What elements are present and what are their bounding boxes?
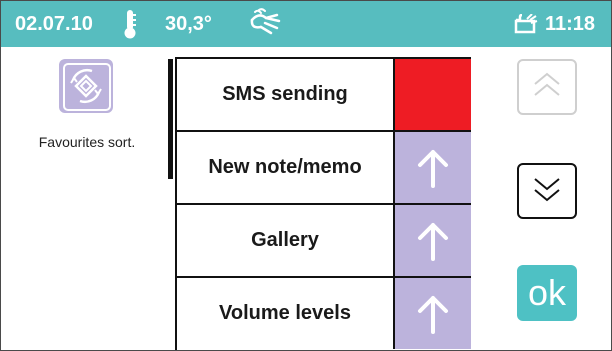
move-up-icon[interactable] bbox=[393, 205, 471, 276]
list-item-label: New note/memo bbox=[208, 156, 362, 178]
scroll-down-button[interactable] bbox=[517, 163, 577, 219]
double-chevron-up-icon bbox=[532, 72, 562, 103]
list-item-label: SMS sending bbox=[222, 83, 348, 105]
favourites-list: SMS sending New note/memo Gallery Volume… bbox=[175, 57, 471, 350]
status-temperature: 30,3° bbox=[165, 13, 212, 35]
move-up-icon[interactable] bbox=[393, 132, 471, 203]
list-item[interactable]: Gallery bbox=[177, 205, 471, 278]
list-item[interactable]: New note/memo bbox=[177, 132, 471, 205]
status-date: 02.07.10 bbox=[15, 13, 93, 35]
scroll-up-button[interactable] bbox=[517, 59, 577, 115]
list-scrollbar[interactable] bbox=[168, 59, 173, 179]
list-item[interactable]: SMS sending bbox=[177, 59, 471, 132]
favourites-sort-label: Favourites sort. bbox=[38, 134, 136, 150]
selected-indicator[interactable] bbox=[393, 59, 471, 130]
favourites-sort-icon[interactable] bbox=[59, 59, 113, 113]
status-time: 11:18 bbox=[545, 13, 596, 35]
hand-wave-icon bbox=[249, 7, 285, 43]
list-item-label: Gallery bbox=[251, 229, 319, 251]
double-chevron-down-icon bbox=[532, 176, 562, 207]
thermometer-icon bbox=[123, 9, 137, 45]
move-up-icon[interactable] bbox=[393, 278, 471, 349]
list-item-label: Volume levels bbox=[219, 302, 351, 324]
message-icon bbox=[514, 13, 538, 40]
status-bar: 02.07.10 30,3° 11:18 bbox=[1, 1, 611, 47]
ok-button[interactable]: ok bbox=[517, 265, 577, 321]
list-item[interactable]: Volume levels bbox=[177, 278, 471, 350]
screen-frame: 02.07.10 30,3° 11:18 Favourites sort. SM… bbox=[0, 0, 612, 351]
